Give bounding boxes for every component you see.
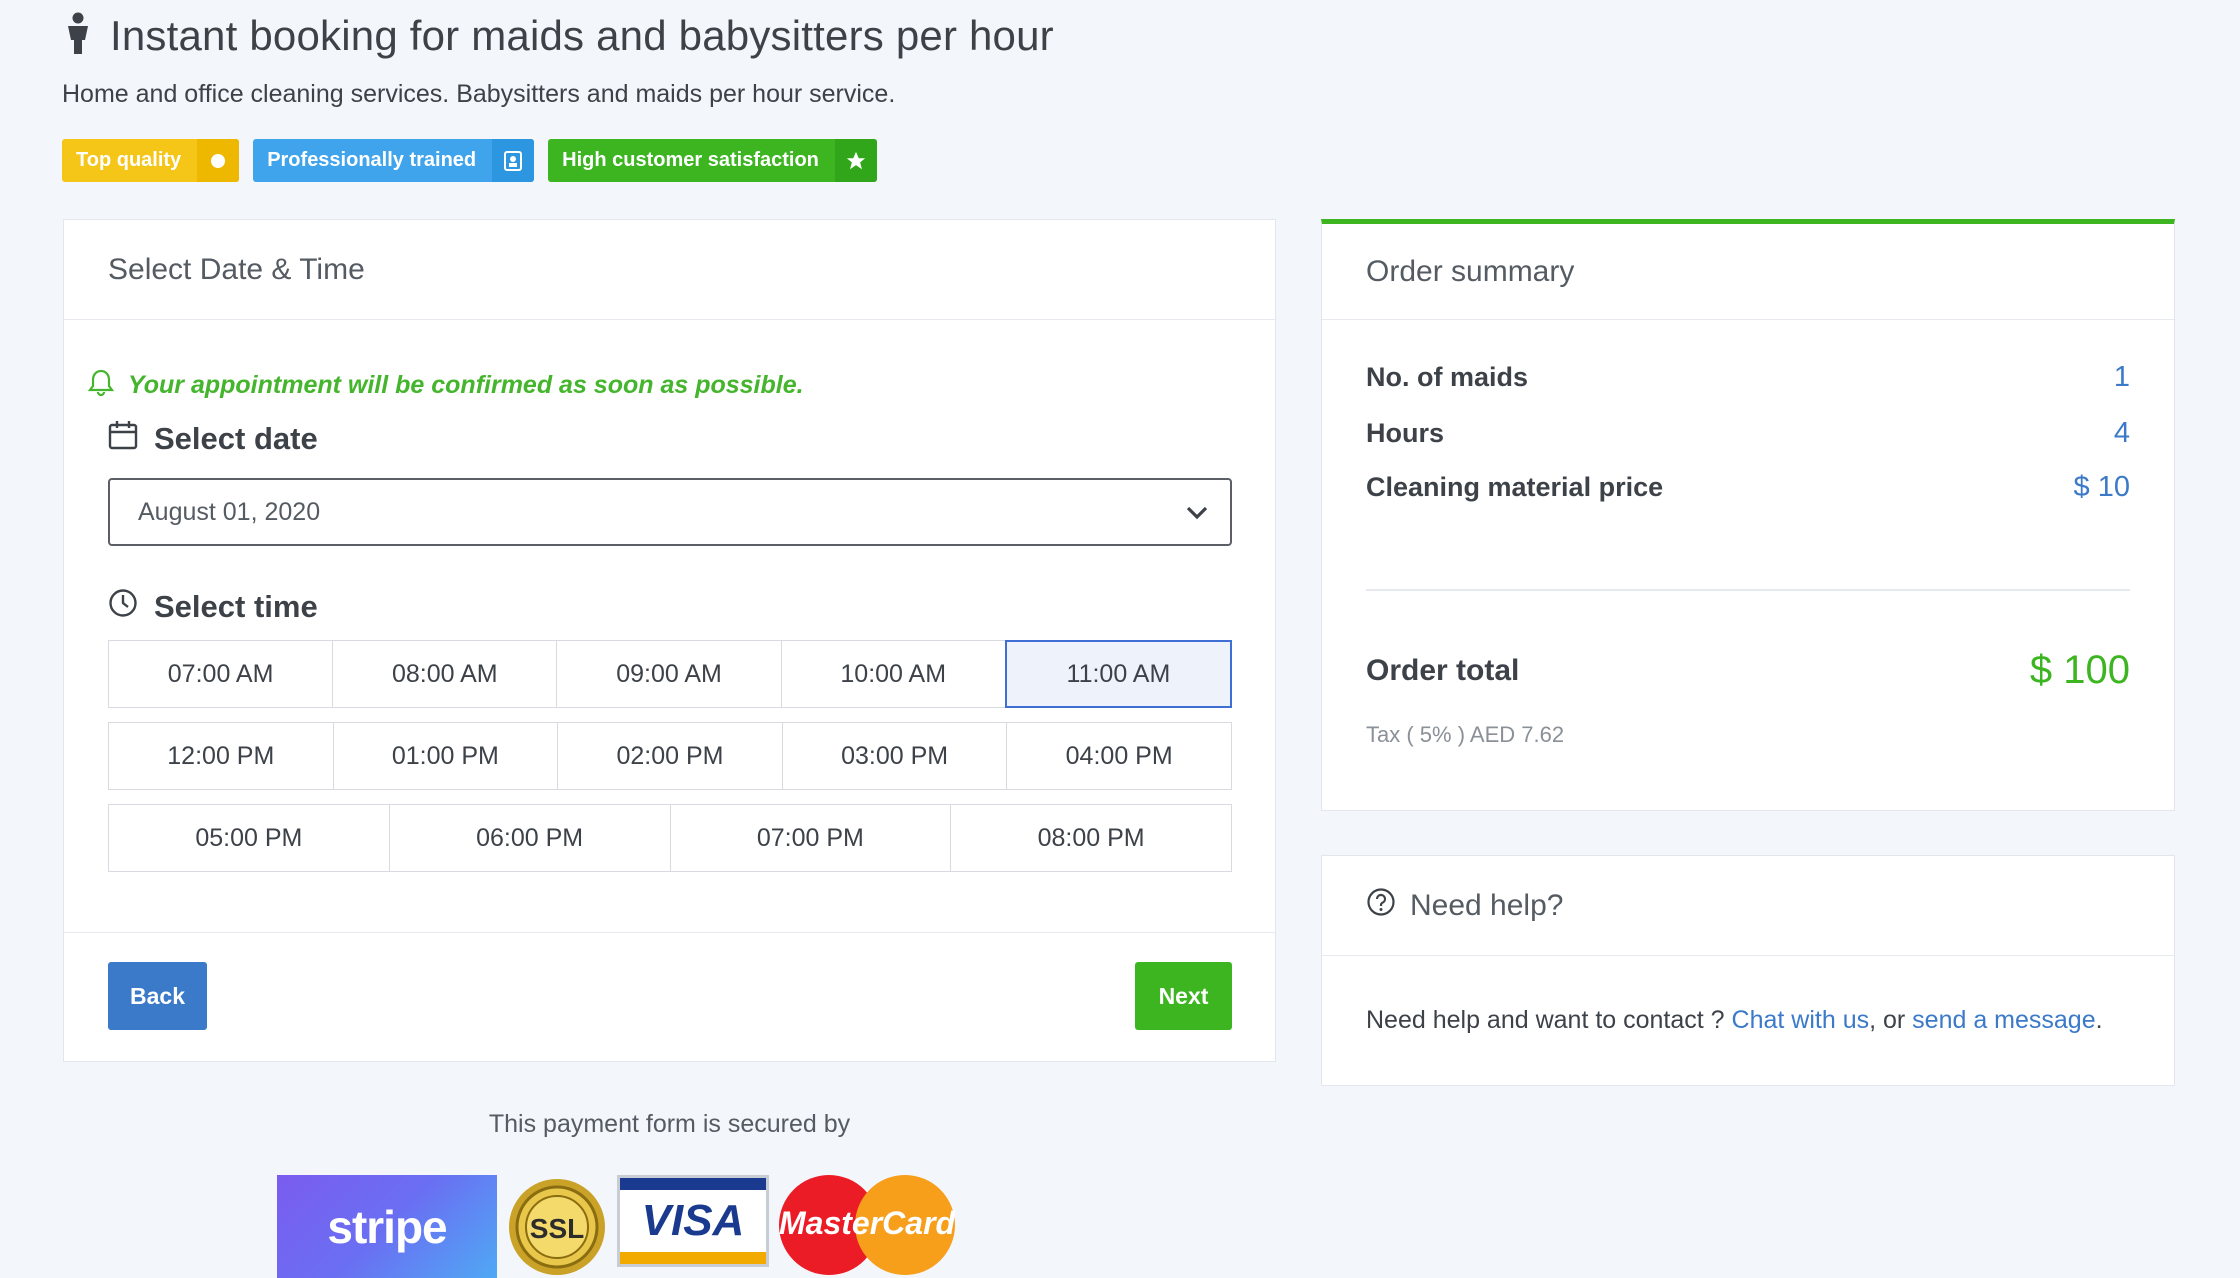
confirmation-notice: Your appointment will be confirmed as so… (87, 368, 804, 403)
badge-label: Top quality (76, 149, 182, 171)
circle-icon (197, 139, 240, 182)
select-date-text: Select date (154, 421, 318, 456)
question-circle-icon (1366, 887, 1396, 925)
time-slot-button[interactable]: 08:00 PM (950, 804, 1232, 872)
visa-logo: VISA (617, 1175, 769, 1267)
time-slot-button[interactable]: 08:00 AM (332, 640, 558, 708)
booking-card: Select Date & Time Your appointment will… (63, 219, 1276, 1062)
star-icon (834, 139, 877, 182)
page-header: Instant booking for maids and babysitter… (62, 10, 1562, 182)
help-card: Need help? Need help and want to contact… (1321, 855, 2175, 1086)
page-title: Instant booking for maids and babysitter… (110, 12, 1054, 59)
date-select[interactable]: August 01, 2020 (108, 478, 1232, 546)
help-text-middle: , or (1869, 1006, 1913, 1034)
time-slot-button[interactable]: 03:00 PM (781, 722, 1008, 790)
time-slot-button[interactable]: 10:00 AM (780, 640, 1006, 708)
next-button[interactable]: Next (1135, 962, 1232, 1030)
visa-top-band (620, 1178, 766, 1190)
card-divider (64, 932, 1275, 933)
order-total-label: Order total (1366, 653, 1520, 687)
summary-label: No. of maids (1366, 362, 1529, 392)
booking-card-title: Select Date & Time (64, 220, 1275, 320)
visa-text: VISA (641, 1196, 745, 1245)
badge-professionally-trained: Professionally trained (253, 139, 535, 182)
time-slot-button[interactable]: 11:00 AM (1004, 640, 1233, 708)
badge-label: High customer satisfaction (562, 149, 819, 171)
time-slot-button[interactable]: 07:00 PM (669, 804, 952, 872)
select-time-label: Select time (108, 588, 318, 626)
stripe-logo: stripe (277, 1175, 497, 1278)
summary-row-hours: Hours 4 (1366, 417, 2130, 450)
order-total-value: $ 100 (2029, 648, 2130, 692)
summary-label: Hours (1366, 418, 1445, 448)
badge-label: Professionally trained (267, 149, 477, 171)
summary-value: 1 (2113, 361, 2130, 393)
time-slot-button[interactable]: 05:00 PM (108, 804, 390, 872)
secured-by-text: This payment form is secured by (488, 1110, 851, 1138)
time-slot-row: 12:00 PM 01:00 PM 02:00 PM 03:00 PM 04:00 PM (108, 722, 1232, 790)
date-select-value: August 01, 2020 (138, 497, 321, 526)
time-slot-button[interactable]: 12:00 PM (108, 722, 334, 790)
visa-bottom-band (620, 1252, 766, 1264)
time-slot-row: 05:00 PM 06:00 PM 07:00 PM 08:00 PM (108, 804, 1232, 872)
order-summary-card: Order summary No. of maids 1 Hours 4 Cle… (1321, 219, 2175, 811)
select-time-text: Select time (154, 589, 318, 624)
time-slot-button[interactable]: 07:00 AM (108, 640, 334, 708)
summary-divider (1366, 589, 2130, 591)
help-card-header: Need help? (1322, 856, 2174, 956)
mastercard-logo: MasterCard (779, 1175, 955, 1278)
order-total-row: Order total $ 100 (1366, 648, 2130, 693)
time-slot-button[interactable]: 06:00 PM (388, 804, 671, 872)
time-slot-grid: 07:00 AM 08:00 AM 09:00 AM 10:00 AM 11:00 AM… (108, 640, 1233, 886)
order-summary-title: Order summary (1322, 224, 2174, 320)
time-slot-button[interactable]: 04:00 PM (1006, 722, 1232, 790)
calendar-icon (108, 420, 138, 458)
summary-value: 4 (2113, 417, 2130, 449)
id-card-icon (492, 139, 535, 182)
summary-label: Cleaning material price (1366, 472, 1664, 502)
help-text-after: . (2095, 1006, 2103, 1034)
time-slot-button[interactable]: 02:00 PM (557, 722, 783, 790)
badge-high-customer-satisfaction: High customer satisfaction (548, 139, 877, 182)
mastercard-text: MasterCard (779, 1205, 956, 1241)
bell-icon (87, 368, 115, 403)
help-text-before: Need help and want to contact ? (1366, 1006, 1732, 1034)
help-text: Need help and want to contact ? Chat wit… (1366, 1006, 2103, 1035)
notice-text: Your appointment will be confirmed as so… (128, 371, 804, 399)
summary-row-material: Cleaning material price $ 10 (1366, 471, 2130, 504)
time-slot-button[interactable]: 09:00 AM (556, 640, 782, 708)
tax-text: Tax ( 5% ) AED 7.62 (1366, 722, 1565, 747)
send-message-link[interactable]: send a message (1912, 1006, 2095, 1034)
back-button[interactable]: Back (108, 962, 207, 1030)
ssl-seal-logo: SSL (507, 1175, 607, 1278)
badge-list: Top quality Professionally trained High … (62, 139, 1562, 182)
help-card-title: Need help? (1410, 888, 1564, 922)
chat-with-us-link[interactable]: Chat with us (1732, 1006, 1870, 1034)
summary-value: $ 10 (2073, 471, 2130, 503)
select-date-label: Select date (108, 420, 318, 458)
clock-icon (108, 588, 138, 626)
time-slot-button[interactable]: 01:00 PM (332, 722, 559, 790)
ssl-text: SSL (530, 1213, 584, 1244)
person-icon (62, 12, 94, 61)
page-subtitle: Home and office cleaning services. Babys… (62, 80, 896, 108)
chevron-down-icon (1186, 498, 1208, 527)
badge-top-quality: Top quality (62, 139, 240, 182)
time-slot-row: 07:00 AM 08:00 AM 09:00 AM 10:00 AM 11:00 AM (108, 640, 1233, 708)
summary-row-maids: No. of maids 1 (1366, 361, 2130, 394)
payment-logos: stripe SSL VISA MasterCard (277, 1175, 955, 1278)
